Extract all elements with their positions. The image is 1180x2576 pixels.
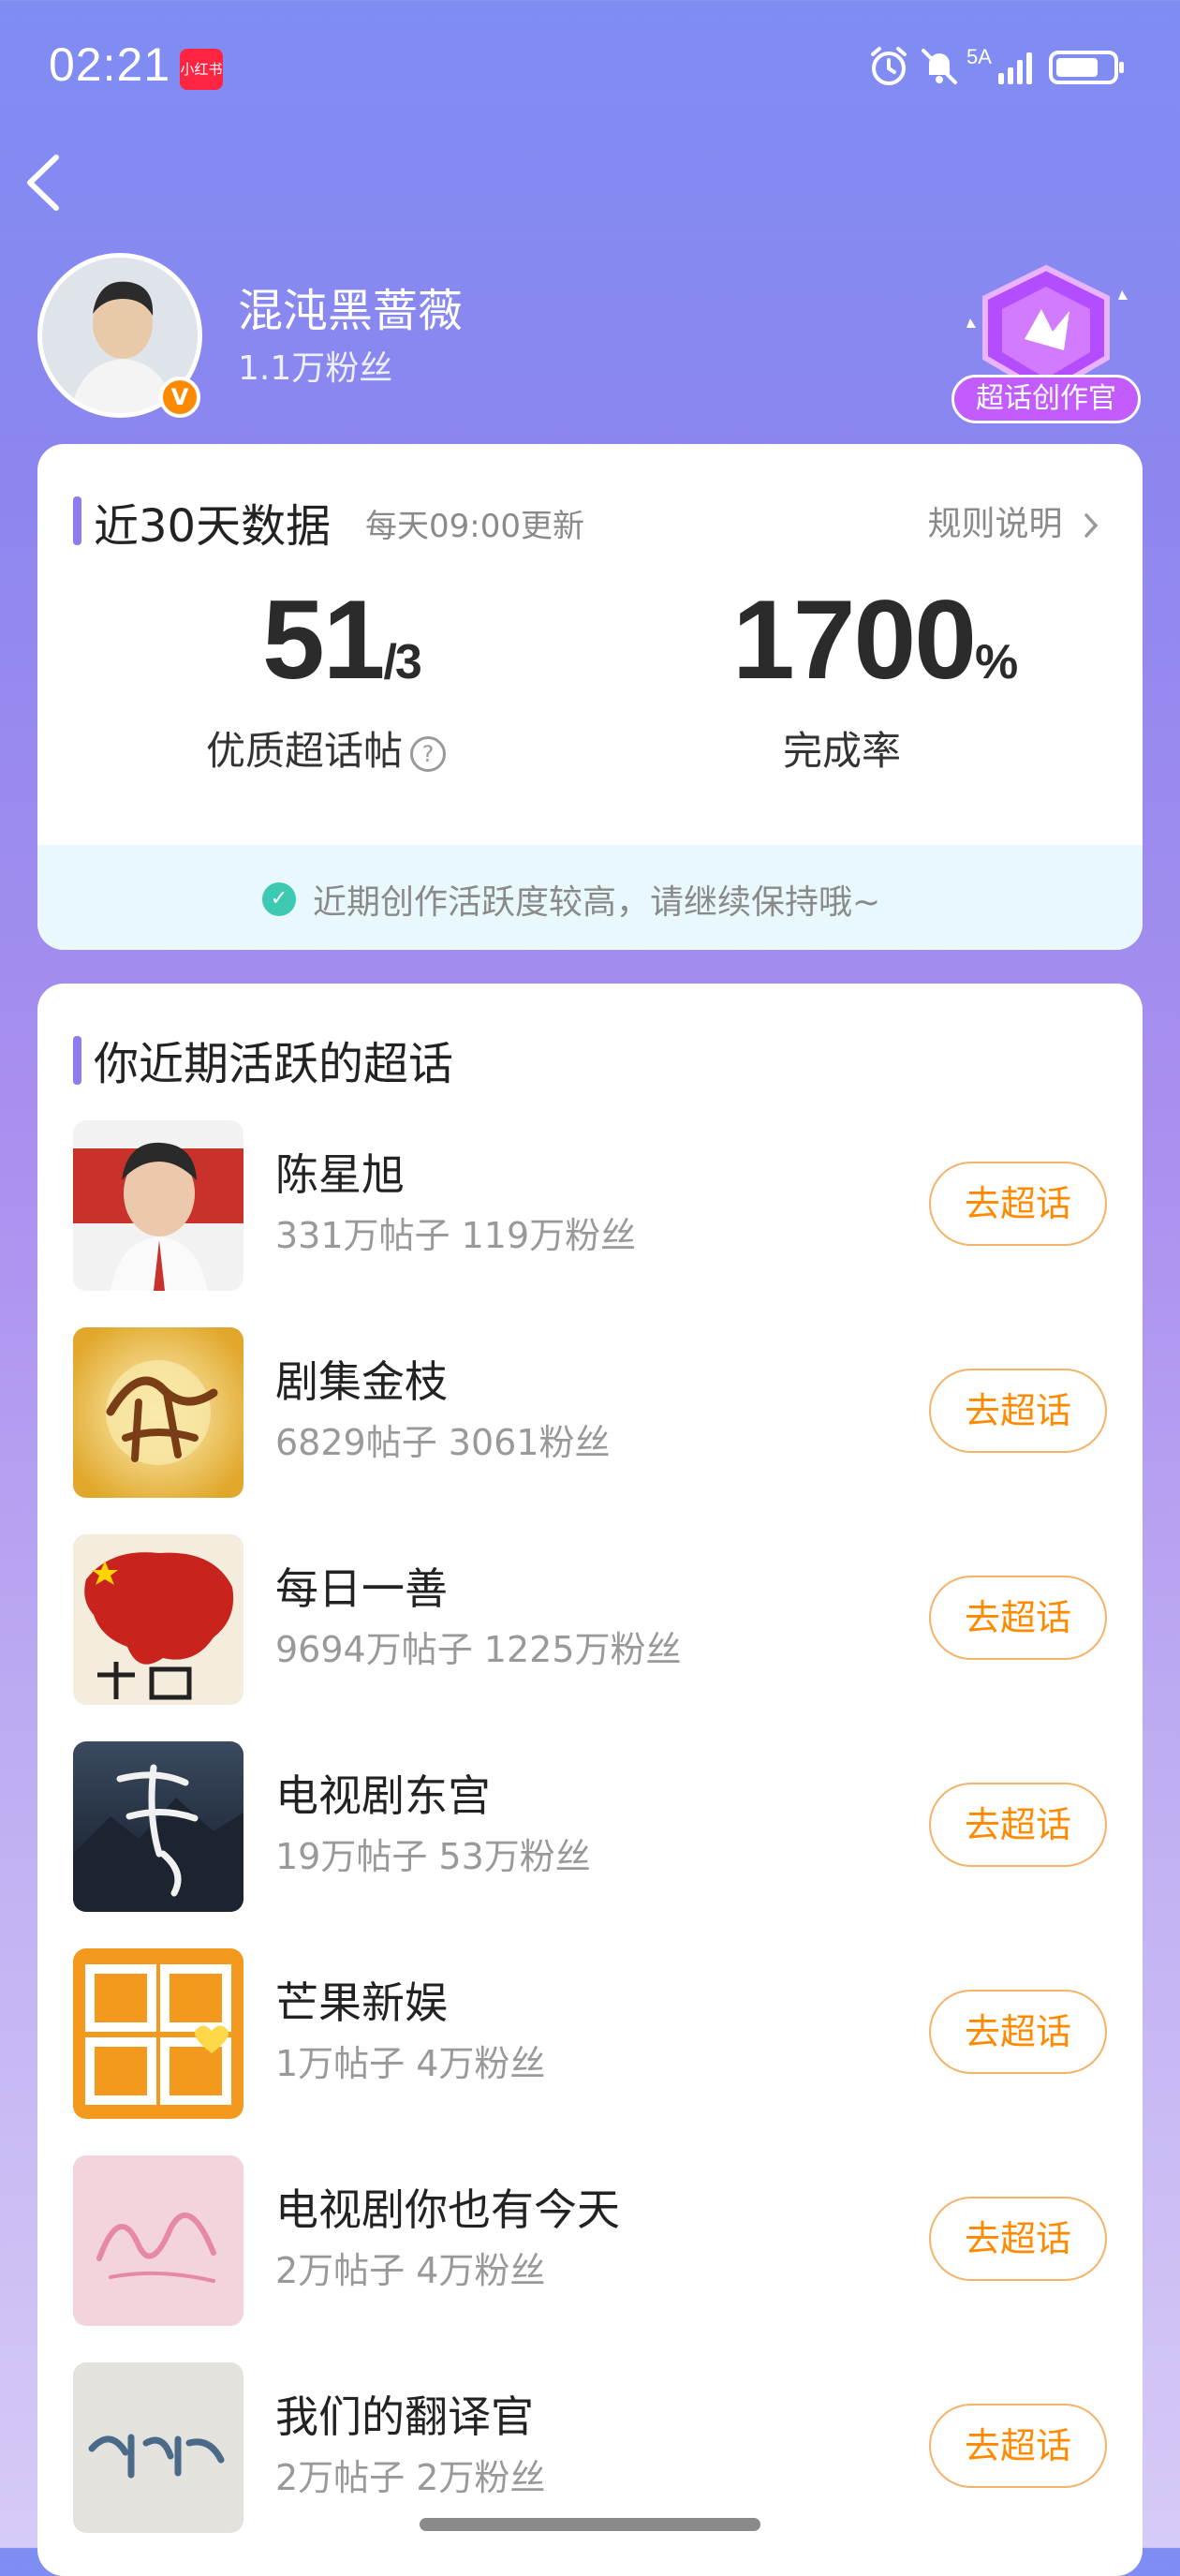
back-button[interactable] [17,150,73,215]
topic-name: 电视剧东宫 [275,1770,491,1821]
rules-link-label: 规则说明 [927,505,1063,543]
topic-thumbnail [73,2362,243,2533]
go-topic-button[interactable]: 去超话 [929,2404,1107,2488]
topic-row[interactable]: 电视剧你也有今天 2万帖子 4万粉丝 去超话 [37,2155,1143,2361]
topic-stats: 9694万帖子 1225万粉丝 [275,1629,682,1670]
topic-name: 电视剧你也有今天 [275,2184,620,2235]
topics-title: 你近期活跃的超话 [94,1038,454,1090]
completion-rate-label: 完成率 [783,728,902,774]
topic-name: 我们的翻译官 [275,2391,534,2442]
topic-row[interactable]: 我们的翻译官 2万帖子 2万粉丝 去超话 [37,2362,1143,2569]
battery-icon [1049,51,1124,84]
topic-row[interactable]: 剧集金枝 6829帖子 3061粉丝 去超话 [37,1327,1143,1533]
topic-name: 剧集金枝 [275,1356,448,1407]
stats-card: 近30天数据 每天09:00更新 规则说明 51/3 优质超话帖? 1700% … [37,444,1143,950]
help-icon[interactable]: ? [410,735,447,772]
quality-posts-value: 51/3 [262,577,422,703]
topic-thumbnail [73,1741,243,1912]
go-topic-button[interactable]: 去超话 [929,1990,1107,2074]
topic-thumbnail [73,1534,243,1705]
go-topic-button[interactable]: 去超话 [929,1783,1107,1867]
creator-badge-label[interactable]: 超话创作官 [951,375,1141,423]
completion-rate-value: 1700% [732,577,1018,703]
user-fans-count: 1.1万粉丝 [238,349,393,388]
completion-unit: % [974,635,1018,689]
topic-thumbnail [73,1120,243,1291]
quality-posts-label: 优质超话帖? [206,719,447,777]
topic-row[interactable]: 陈星旭 331万帖子 119万粉丝 去超话 [37,1120,1143,1326]
signal-icon [998,51,1036,84]
status-time: 02:21 [49,38,171,91]
user-name[interactable]: 混沌黑蔷薇 [238,274,463,339]
section-marker [73,1036,81,1085]
topic-row[interactable]: 芒果新娱 1万帖子 4万粉丝 去超话 [37,1948,1143,2154]
topic-row[interactable]: 每日一善 9694万帖子 1225万粉丝 去超话 [37,1534,1143,1740]
home-indicator[interactable] [420,2518,760,2531]
rules-link[interactable]: 规则说明 [928,496,1101,545]
xiaohongshu-app-icon: 小红书 [180,49,223,90]
go-topic-button[interactable]: 去超话 [929,1576,1107,1660]
topic-stats: 331万帖子 119万粉丝 [275,1215,637,1256]
tip-strip: ✓ 近期创作活跃度较高，请继续保持哦~ [37,845,1143,950]
topic-stats: 19万帖子 53万粉丝 [275,1836,591,1877]
section-marker [73,496,81,545]
mute-icon [922,49,957,84]
topic-stats: 2万帖子 2万粉丝 [275,2457,546,2498]
go-topic-button[interactable]: 去超话 [929,1369,1107,1453]
stats-title: 近30天数据 [94,500,332,553]
topic-stats: 2万帖子 4万粉丝 [275,2250,546,2291]
topic-stats: 6829帖子 3061粉丝 [275,1422,611,1463]
go-topic-button[interactable]: 去超话 [929,2197,1107,2281]
network-type: 5A [966,45,992,68]
topic-thumbnail [73,2155,243,2326]
check-circle-icon: ✓ [262,882,296,916]
stats-update-note: 每天09:00更新 [365,508,584,545]
tip-text: 近期创作活跃度较高，请继续保持哦~ [313,883,881,922]
topic-row[interactable]: 电视剧东宫 19万帖子 53万粉丝 去超话 [37,1741,1143,1947]
chevron-right-icon [1084,513,1099,538]
verified-badge: V [159,377,200,418]
topic-thumbnail [73,1948,243,2119]
topic-stats: 1万帖子 4万粉丝 [275,2043,546,2084]
quality-posts-target: /3 [383,635,421,689]
topics-card: 你近期活跃的超话 陈星旭 331万帖子 119万粉丝 去超话 剧集金枝 6829… [37,984,1143,2576]
topic-name: 每日一善 [275,1563,448,1614]
go-topic-button[interactable]: 去超话 [929,1162,1107,1246]
topic-name: 芒果新娱 [275,1977,448,2028]
alarm-icon [871,47,907,85]
topic-name: 陈星旭 [275,1149,405,1200]
topic-thumbnail [73,1327,243,1498]
